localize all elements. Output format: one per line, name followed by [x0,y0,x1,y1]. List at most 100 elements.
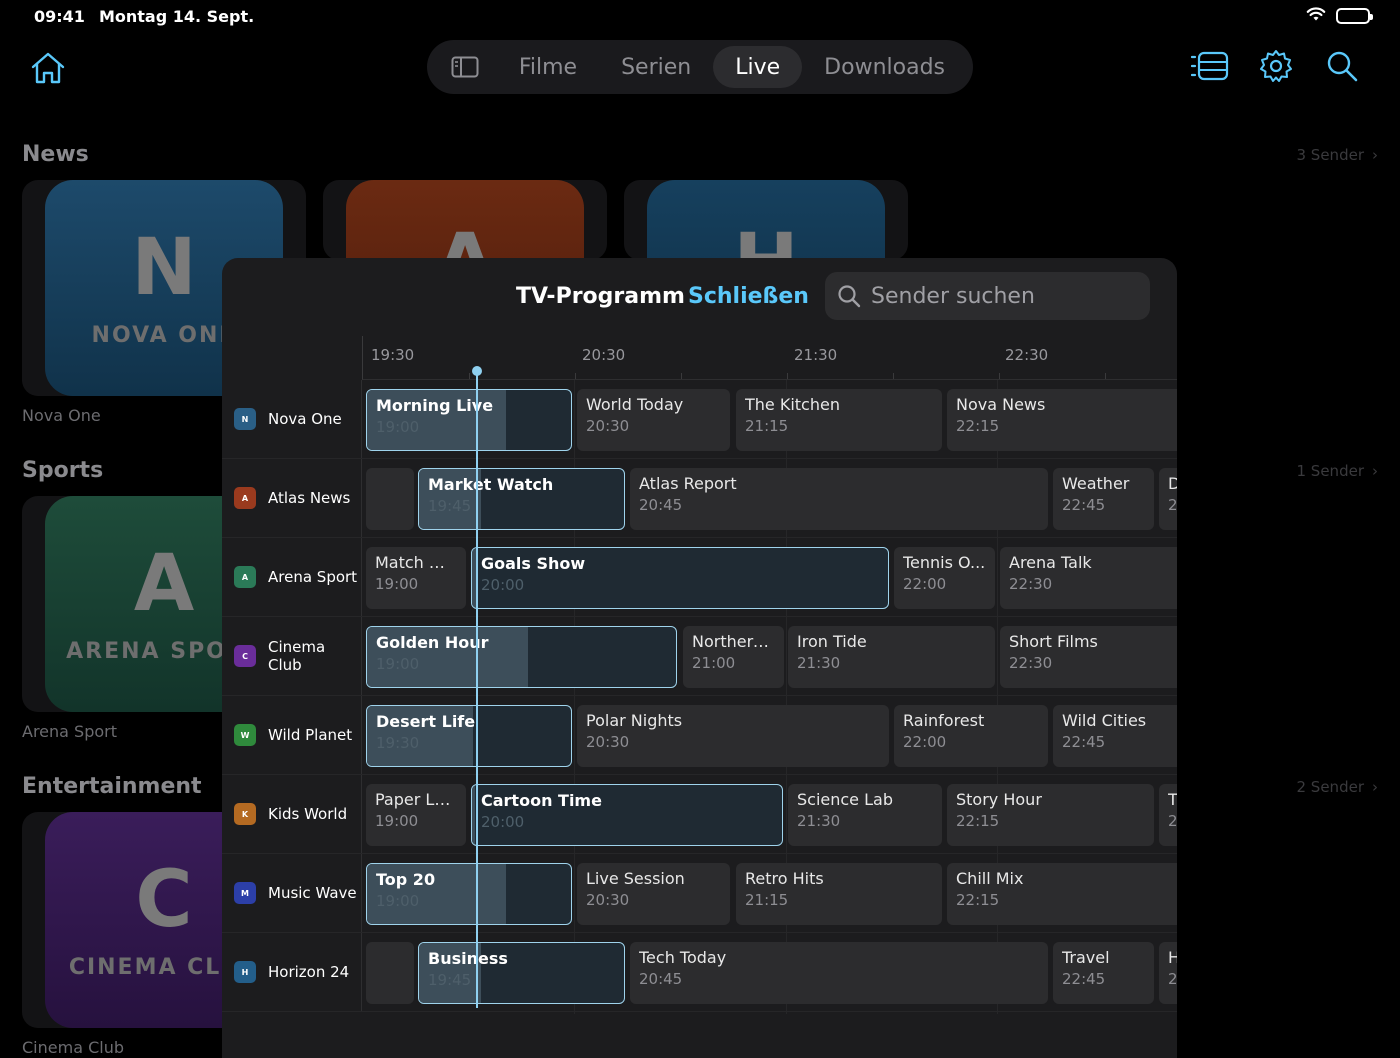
program-block[interactable]: Tech Today 20:45 [630,942,1048,1004]
section-count-label: 2 Sender [1296,778,1365,796]
card-label-arena-sport: Arena Sport [22,722,117,741]
program-time: 21:15 [745,417,789,435]
program-time: 19:00 [376,655,420,673]
program-time: 2 [1168,812,1177,830]
program-block[interactable]: Tennis O... 22:00 [894,547,995,609]
program-title: Travel [1062,948,1110,967]
program-time: 19:00 [376,418,420,436]
channel-logo: C [234,645,256,667]
program-block-live[interactable]: Goals Show 20:00 [471,547,889,609]
status-date: Montag 14. Sept. [98,6,255,26]
program-block[interactable]: Polar Nights 20:30 [577,705,889,767]
guide-row: N Nova One Morning Live 19:00 World Today 20:… [222,380,1177,459]
program-time: 22:00 [903,733,947,751]
tab-live[interactable]: Live [713,46,803,88]
program-block-live[interactable]: Morning Live 19:00 [366,389,572,451]
chevron-right-icon: › [1372,462,1378,480]
program-block[interactable]: Arena Talk 22:30 [1000,547,1177,609]
tile-letter: H [733,224,798,260]
channel-cell[interactable]: A Atlas News [222,459,362,537]
program-block[interactable] [366,942,414,1004]
program-block-live[interactable]: Golden Hour 19:00 [366,626,677,688]
program-block-live[interactable]: Desert Life 19:30 [366,705,572,767]
guide-row: M Music Wave Top 20 19:00 Live Session 20:30 R… [222,854,1177,933]
program-block-live[interactable]: Top 20 19:00 [366,863,572,925]
sidebar-toggle-button[interactable] [433,46,497,88]
program-block[interactable]: Retro Hits 21:15 [736,863,942,925]
close-button[interactable]: Schließen [688,284,809,309]
channel-search[interactable] [825,272,1150,320]
tile-brand: NOVA ONE [91,322,237,348]
settings-button[interactable] [1256,46,1296,86]
section-count-sports[interactable]: 1 Sender › [1297,462,1379,480]
program-block[interactable]: World Today 20:30 [577,389,730,451]
tab-filme[interactable]: Filme [497,46,599,88]
channel-cell[interactable]: C Cinema Club [222,617,362,695]
program-block[interactable]: Story Hour 22:15 [947,784,1154,846]
program-block[interactable]: H2 [1159,942,1177,1004]
channel-logo: N [234,408,256,430]
program-block[interactable]: Match Day 19:00 [366,547,466,609]
tab-serien[interactable]: Serien [599,46,713,88]
program-time: 19:00 [376,892,420,910]
program-title: Atlas Report [639,474,737,493]
program-block-live[interactable]: Market Watch 19:45 [418,468,625,530]
search-icon [1327,51,1358,82]
program-block[interactable]: Short Films 22:30 [1000,626,1177,688]
channel-cell[interactable]: H Horizon 24 [222,933,362,1011]
status-bar: 09:41 Montag 14. Sept. [34,6,1373,26]
epg-guide-button[interactable] [1190,46,1230,86]
channel-search-input[interactable] [871,283,1131,309]
channel-name: Arena Sport [268,568,358,586]
channel-name: Horizon 24 [268,963,350,981]
home-button[interactable] [26,46,70,90]
program-block[interactable]: Live Session 20:30 [577,863,730,925]
program-time: 19:30 [376,734,420,752]
program-title: Arena Talk [1009,553,1092,572]
program-block[interactable]: T2 [1159,784,1177,846]
channel-cell[interactable]: N Nova One [222,380,362,458]
tab-downloads[interactable]: Downloads [802,46,967,88]
program-block[interactable]: The Kitchen 21:15 [736,389,942,451]
channel-cell[interactable]: A Arena Sport [222,538,362,616]
program-block-live[interactable]: Business 19:45 [418,942,625,1004]
program-block[interactable]: Paper La... 19:00 [366,784,466,846]
now-indicator-line [476,374,478,1008]
channel-logo: W [234,724,256,746]
program-block[interactable]: Rainforest 22:00 [894,705,1048,767]
section-count-news[interactable]: 3 Sender › [1297,146,1379,164]
program-block[interactable]: Nova News 22:15 [947,389,1177,451]
program-block[interactable]: Chill Mix 22:15 [947,863,1177,925]
program-block[interactable]: Travel 22:45 [1053,942,1154,1004]
channel-cell[interactable]: W Wild Planet [222,696,362,774]
channel-name: Kids World [268,805,348,823]
program-block[interactable]: D2 [1159,468,1177,530]
program-block[interactable]: Iron Tide 21:30 [788,626,995,688]
program-title: Retro Hits [745,869,824,888]
program-block[interactable]: Weather 22:45 [1053,468,1154,530]
channel-cell[interactable]: M Music Wave [222,854,362,932]
program-title: Tennis O... [903,553,986,572]
program-time: 21:15 [745,891,789,909]
program-block-live[interactable]: Cartoon Time 20:00 [471,784,783,846]
program-time: 21:30 [797,812,841,830]
channel-card-horizon-24[interactable]: H [624,180,908,260]
section-count-entertainment[interactable]: 2 Sender › [1297,778,1379,796]
program-time: 20:30 [586,417,630,435]
program-time: 22:30 [1009,654,1053,672]
program-block[interactable]: Atlas Report 20:45 [630,468,1048,530]
program-block[interactable] [366,468,414,530]
program-title: The Kitchen [745,395,840,414]
program-block[interactable]: Science Lab 21:30 [788,784,942,846]
program-block[interactable]: Northern... 21:00 [683,626,784,688]
program-title: Cartoon Time [481,791,602,810]
channel-card-atlas-news[interactable]: A [323,180,607,260]
section-title-sports: Sports [22,458,104,483]
channel-cell[interactable]: K Kids World [222,775,362,853]
program-progress [472,785,476,845]
search-button[interactable] [1322,46,1362,86]
program-time: 22:15 [956,812,1000,830]
program-title: Morning Live [376,396,494,415]
program-block[interactable]: Wild Cities 22:45 [1053,705,1177,767]
program-title: Paper La... [375,790,457,809]
